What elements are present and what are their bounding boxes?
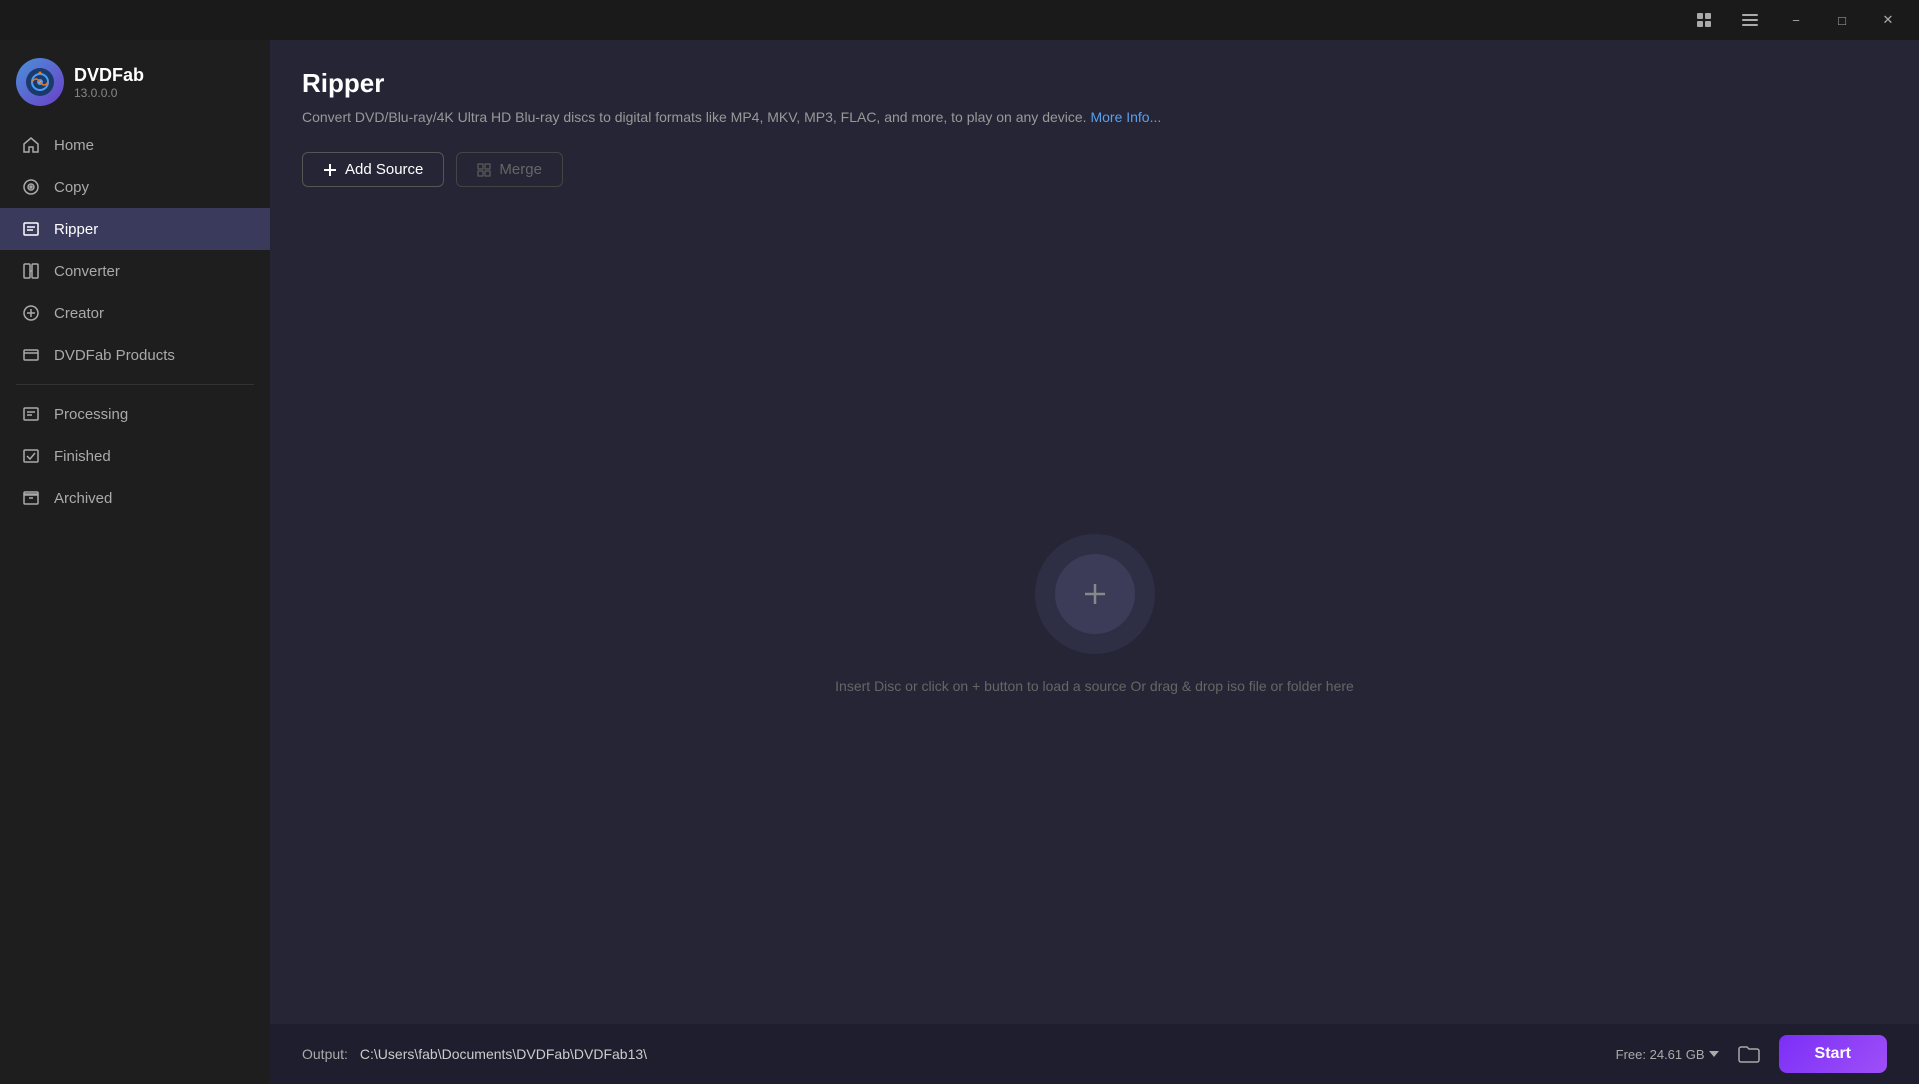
- close-btn[interactable]: ✕: [1865, 4, 1911, 36]
- finished-icon: [20, 445, 42, 467]
- copy-icon: [20, 176, 42, 198]
- archived-icon: [20, 487, 42, 509]
- sidebar-item-home[interactable]: Home: [0, 124, 270, 166]
- sidebar-item-archived[interactable]: Archived: [0, 477, 270, 519]
- add-source-circle[interactable]: [1035, 534, 1155, 654]
- app-avatar: [16, 58, 64, 106]
- sidebar-item-products[interactable]: DVDFab Products: [0, 334, 270, 376]
- dropdown-arrow-icon: [1709, 1051, 1719, 1057]
- title-bar: − □ ✕: [0, 0, 1919, 40]
- footer-bar: Output: C:\Users\fab\Documents\DVDFab\DV…: [270, 1024, 1919, 1084]
- output-label: Output:: [302, 1046, 348, 1062]
- sidebar-divider: [16, 384, 254, 385]
- sidebar-nav: Home Copy: [0, 124, 270, 1084]
- home-icon: [20, 134, 42, 156]
- sidebar-item-finished[interactable]: Finished: [0, 435, 270, 477]
- sidebar: DVDFab 13.0.0.0 Home: [0, 40, 270, 1084]
- output-path: C:\Users\fab\Documents\DVDFab\DVDFab13\: [360, 1046, 1604, 1062]
- creator-icon: [20, 302, 42, 324]
- drop-hint: Insert Disc or click on + button to load…: [835, 678, 1354, 694]
- converter-icon: [20, 260, 42, 282]
- grid-btn[interactable]: [1681, 4, 1727, 36]
- add-source-button[interactable]: Add Source: [302, 152, 444, 187]
- sidebar-item-converter[interactable]: Converter: [0, 250, 270, 292]
- plus-icon: [1077, 576, 1113, 612]
- page-title: Ripper: [302, 68, 1887, 99]
- free-space: Free: 24.61 GB: [1616, 1047, 1719, 1062]
- content-header: Ripper Convert DVD/Blu-ray/4K Ultra HD B…: [270, 40, 1919, 144]
- drop-zone[interactable]: Insert Disc or click on + button to load…: [270, 203, 1919, 1024]
- add-source-circle-inner: [1055, 554, 1135, 634]
- main-content: Ripper Convert DVD/Blu-ray/4K Ultra HD B…: [270, 40, 1919, 1084]
- toolbar: Add Source Merge: [270, 144, 1919, 203]
- merge-icon: [477, 163, 491, 177]
- sidebar-item-ripper[interactable]: Ripper: [0, 208, 270, 250]
- ripper-icon: [20, 218, 42, 240]
- more-info-link[interactable]: More Info...: [1090, 109, 1161, 125]
- sidebar-item-copy[interactable]: Copy: [0, 166, 270, 208]
- app-body: DVDFab 13.0.0.0 Home: [0, 40, 1919, 1084]
- hamburger-btn[interactable]: [1727, 4, 1773, 36]
- products-icon: [20, 344, 42, 366]
- page-description: Convert DVD/Blu-ray/4K Ultra HD Blu-ray …: [302, 107, 1887, 128]
- merge-button[interactable]: Merge: [456, 152, 563, 187]
- add-icon: [323, 163, 337, 177]
- sidebar-item-processing[interactable]: Processing: [0, 393, 270, 435]
- minimize-btn[interactable]: −: [1773, 4, 1819, 36]
- folder-button[interactable]: [1731, 1036, 1767, 1072]
- maximize-btn[interactable]: □: [1819, 4, 1865, 36]
- folder-icon: [1738, 1045, 1760, 1063]
- sidebar-item-creator[interactable]: Creator: [0, 292, 270, 334]
- start-button[interactable]: Start: [1779, 1035, 1887, 1073]
- processing-icon: [20, 403, 42, 425]
- logo-text: DVDFab 13.0.0.0: [74, 65, 144, 100]
- logo-area: DVDFab 13.0.0.0: [0, 40, 270, 124]
